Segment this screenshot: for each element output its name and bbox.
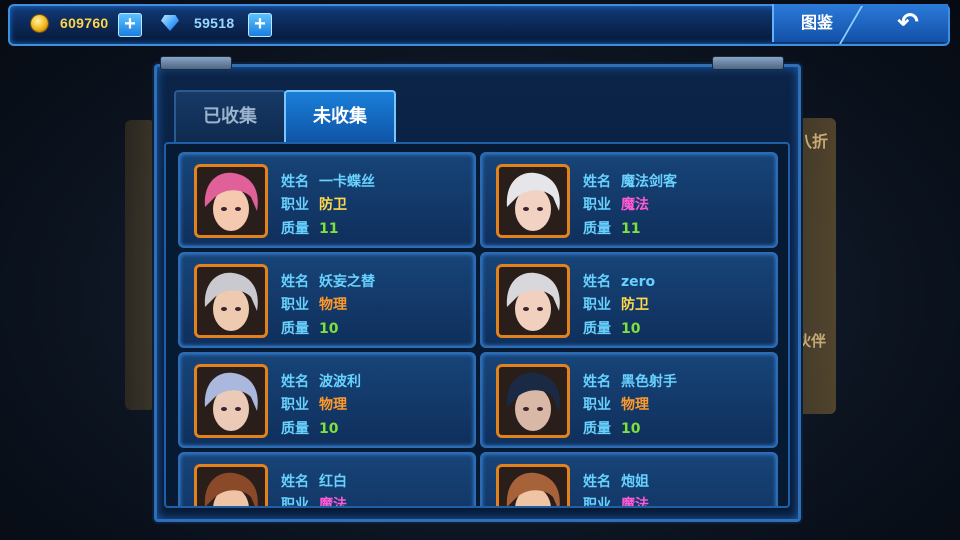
hero-name-row: 姓名 一卡蝶丝 <box>281 171 375 191</box>
hero-name-label: 姓名 <box>281 174 309 190</box>
hero-name-row: 姓名 红白 <box>281 471 347 491</box>
hero-name-label: 姓名 <box>583 374 611 390</box>
hero-job-label: 职业 <box>583 497 611 508</box>
hero-portrait <box>194 264 268 338</box>
hero-card[interactable]: 姓名 一卡蝶丝 职业 防卫 质量 11 <box>178 152 476 248</box>
gem-amount: 59518 <box>194 15 235 31</box>
hero-list[interactable]: 姓名 一卡蝶丝 职业 防卫 质量 11 姓名 魔法剑客 职业 魔法 质量 11 姓名 妖妄之替 职业 物理 质量… <box>164 142 790 508</box>
hero-portrait <box>496 164 570 238</box>
hero-job-label: 职业 <box>281 297 309 313</box>
hero-name-value: 红白 <box>319 474 347 490</box>
hero-card[interactable]: 姓名红白职业魔法质量 <box>178 452 476 508</box>
background-left-panel <box>125 120 155 410</box>
hero-job-row: 职业 物理 <box>281 294 347 314</box>
hero-name-label: 姓名 <box>281 374 309 390</box>
frame-bracket-left <box>160 56 232 70</box>
hero-job-row: 职业 魔法 <box>281 494 347 508</box>
hero-quality-value: 10 <box>319 321 339 337</box>
hero-job-value: 魔法 <box>621 197 649 213</box>
hero-portrait <box>496 464 570 506</box>
hero-quality-row: 质量 10 <box>583 418 640 438</box>
hero-job-value: 魔法 <box>621 497 649 508</box>
hero-name-value: 魔法剑客 <box>621 174 677 190</box>
hero-job-value: 物理 <box>319 397 347 413</box>
hero-quality-row: 质量 10 <box>583 318 640 338</box>
hero-name-row: 姓名 炮姐 <box>583 471 649 491</box>
hero-quality-value: 10 <box>319 421 339 437</box>
hero-job-value: 魔法 <box>319 497 347 508</box>
hero-job-label: 职业 <box>583 397 611 413</box>
hero-card[interactable]: 姓名 黑色射手 职业 物理 质量 10 <box>480 352 778 448</box>
add-gold-button[interactable]: + <box>118 13 142 37</box>
hero-name-label: 姓名 <box>281 274 309 290</box>
hero-name-row: 姓名 妖妄之替 <box>281 271 375 291</box>
hero-quality-value: 11 <box>621 221 641 237</box>
hero-quality-label: 质量 <box>281 421 309 437</box>
hero-name-row: 姓名 黑色射手 <box>583 371 677 391</box>
hero-quality-label: 质量 <box>281 321 309 337</box>
hero-job-row: 职业 魔法 <box>583 494 649 508</box>
hero-name-label: 姓名 <box>583 474 611 490</box>
hero-job-label: 职业 <box>583 297 611 313</box>
hero-quality-label: 质量 <box>583 421 611 437</box>
hero-name-row: 姓名 波波利 <box>281 371 361 391</box>
hero-job-value: 防卫 <box>621 297 649 313</box>
hero-portrait <box>496 364 570 438</box>
hero-job-row: 职业 防卫 <box>583 294 649 314</box>
hero-job-value: 防卫 <box>319 197 347 213</box>
hero-card[interactable]: 姓名 魔法剑客 职业 魔法 质量 11 <box>480 152 778 248</box>
hero-job-row: 职业 物理 <box>281 394 347 414</box>
hero-card[interactable]: 姓名 妖妄之替 职业 物理 质量 10 <box>178 252 476 348</box>
hero-quality-value: 10 <box>621 321 641 337</box>
tab-uncollected[interactable]: 未收集 <box>284 90 396 142</box>
hero-job-row: 职业 魔法 <box>583 194 649 214</box>
hero-name-value: zero <box>621 274 656 290</box>
hero-portrait <box>194 164 268 238</box>
hero-card[interactable]: 姓名 波波利 职业 物理 质量 10 <box>178 352 476 448</box>
hero-quality-row: 质量 10 <box>281 318 338 338</box>
tab-collected[interactable]: 已收集 <box>174 90 286 142</box>
hero-job-label: 职业 <box>281 397 309 413</box>
hero-quality-label: 质量 <box>583 221 611 237</box>
hero-job-label: 职业 <box>281 497 309 508</box>
hero-job-label: 职业 <box>281 197 309 213</box>
hero-name-value: 波波利 <box>319 374 361 390</box>
hero-portrait <box>194 364 268 438</box>
hero-quality-label: 质量 <box>583 321 611 337</box>
hero-name-label: 姓名 <box>583 174 611 190</box>
hero-quality-label: 质量 <box>281 221 309 237</box>
back-arrow-icon[interactable]: ↶ <box>878 4 938 42</box>
hero-name-label: 姓名 <box>281 474 309 490</box>
gold-amount: 609760 <box>60 15 109 31</box>
hero-quality-value: 10 <box>621 421 641 437</box>
hero-name-value: 一卡蝶丝 <box>319 174 375 190</box>
hero-name-label: 姓名 <box>583 274 611 290</box>
hero-name-value: 黑色射手 <box>621 374 677 390</box>
hero-job-row: 职业 物理 <box>583 394 649 414</box>
hero-card[interactable]: 姓名炮姐职业魔法质量 <box>480 452 778 508</box>
hero-quality-row: 质量 11 <box>583 218 640 238</box>
hero-job-value: 物理 <box>319 297 347 313</box>
gold-coin-icon <box>31 15 48 32</box>
add-gem-button[interactable]: + <box>248 13 272 37</box>
hero-job-value: 物理 <box>621 397 649 413</box>
hero-job-label: 职业 <box>583 197 611 213</box>
hero-quality-value: 11 <box>319 221 339 237</box>
hero-name-value: 妖妄之替 <box>319 274 375 290</box>
hero-name-row: 姓名 魔法剑客 <box>583 171 677 191</box>
hero-name-row: 姓名 zero <box>583 271 655 291</box>
hero-portrait <box>496 264 570 338</box>
hero-card[interactable]: 姓名 zero 职业 防卫 质量 10 <box>480 252 778 348</box>
hero-quality-row: 质量 10 <box>281 418 338 438</box>
codex-button[interactable]: 图鉴 <box>772 4 862 42</box>
hero-name-value: 炮姐 <box>621 474 649 490</box>
hero-portrait <box>194 464 268 506</box>
frame-bracket-right <box>712 56 784 70</box>
hero-job-row: 职业 防卫 <box>281 194 347 214</box>
hero-quality-row: 质量 11 <box>281 218 338 238</box>
